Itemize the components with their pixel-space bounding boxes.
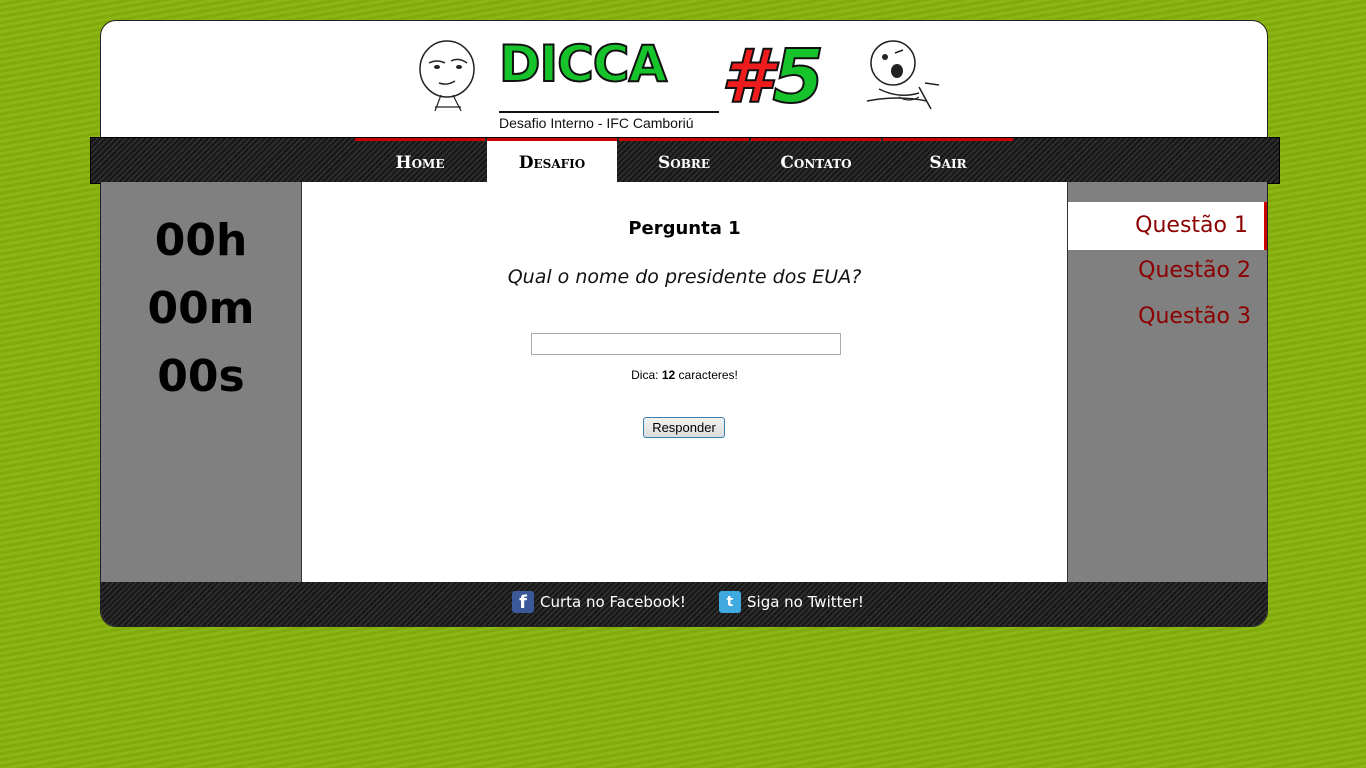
question-title: Pergunta 1: [628, 218, 741, 239]
timer-display: 00h 00m 00s: [101, 207, 301, 411]
twitter-link[interactable]: t Siga no Twitter!: [719, 590, 864, 614]
question-link-2[interactable]: Questão 2: [1068, 248, 1267, 294]
header: DICCA #5 Desafio Interno - IFC Camboriú: [101, 21, 1267, 137]
nav-desafio[interactable]: Desafio: [487, 138, 617, 183]
question-list: Questão 1 Questão 2 Questão 3: [1068, 202, 1267, 340]
facebook-icon: f: [512, 591, 534, 613]
facebook-link[interactable]: f Curta no Facebook!: [512, 590, 686, 614]
logo[interactable]: DICCA #5 Desafio Interno - IFC Camboriú: [419, 34, 949, 135]
logo-title: DICCA: [498, 35, 668, 93]
logo-five: 5: [772, 34, 825, 120]
page-container: DICCA #5 Desafio Interno - IFC Camboriú …: [90, 20, 1280, 627]
nav-sobre[interactable]: Sobre: [619, 138, 749, 183]
hint-prefix: Dica:: [631, 368, 659, 382]
hint-suffix: caracteres!: [678, 368, 738, 382]
logo-divider: [499, 111, 719, 113]
question-panel: Pergunta 1 Qual o nome do presidente dos…: [302, 182, 1067, 582]
rage-face-left-icon: [419, 40, 475, 112]
question-link-3[interactable]: Questão 3: [1068, 294, 1267, 340]
question-sidebar: Questão 1 Questão 2 Questão 3: [1067, 182, 1267, 582]
timer-minutes: 00m: [147, 283, 255, 334]
nav-home[interactable]: Home: [355, 138, 485, 183]
question-text: Qual o nome do presidente dos EUA?: [507, 266, 862, 288]
nav-contato[interactable]: Contato: [751, 138, 881, 183]
hint: Dica: 12 caracteres!: [302, 368, 1067, 382]
logo-hash: #: [720, 34, 773, 120]
logo-subtitle: Desafio Interno - IFC Camboriú: [499, 115, 694, 131]
footer: f Curta no Facebook! t Siga no Twitter!: [101, 582, 1267, 626]
submit-button[interactable]: Responder: [643, 417, 725, 438]
nav-sair[interactable]: Sair: [883, 138, 1013, 183]
twitter-icon: t: [719, 591, 741, 613]
timer-seconds: 00s: [157, 351, 245, 402]
logo-number: #5: [720, 34, 825, 120]
main-nav-bar: Home Desafio Sobre Contato Sair: [90, 137, 1280, 184]
twitter-label: Siga no Twitter!: [747, 593, 864, 611]
hint-count: 12: [661, 368, 676, 382]
question-link-1[interactable]: Questão 1: [1068, 202, 1267, 250]
facebook-label: Curta no Facebook!: [540, 593, 686, 611]
answer-input[interactable]: [531, 333, 841, 355]
main-nav: Home Desafio Sobre Contato Sair: [355, 138, 1015, 183]
timer-hours: 00h: [154, 215, 248, 266]
rage-face-right-icon: [866, 40, 940, 110]
